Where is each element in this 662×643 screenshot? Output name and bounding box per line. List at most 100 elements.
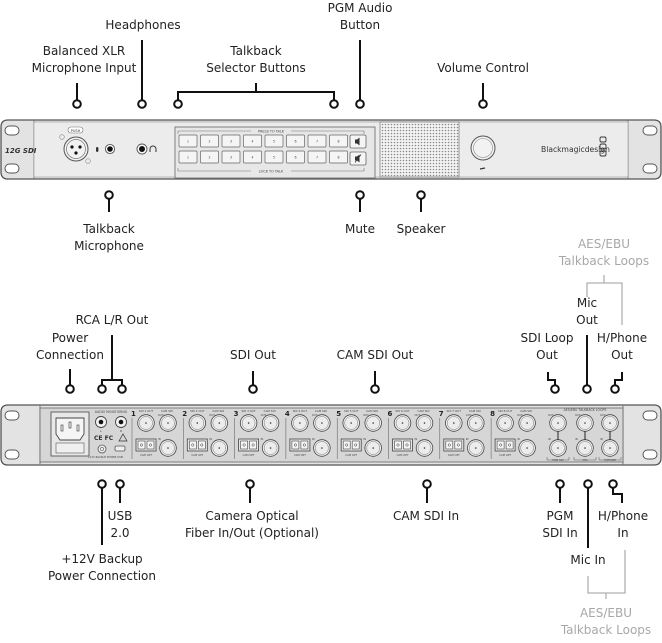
cam-sdi-label: CAM SDI [366,409,378,413]
sdi-out-label: SDI 6 OUT [395,409,410,413]
fiber-label: CAM OPT [499,453,511,457]
loop-in-bnc[interactable] [549,439,567,457]
lock-to-talk-button-1[interactable]: 1 [178,150,198,164]
sdi-out-bnc[interactable] [291,414,309,432]
optical-fiber-connector[interactable] [238,438,260,452]
cam-sdi-in-bnc[interactable] [210,439,229,457]
lock-to-talk-label: LOCK TO TALK [259,170,284,174]
button-number: 8 [337,140,339,144]
out-label: OUT [600,413,606,417]
bracket-aes-top [586,275,623,325]
pgm-audio-button[interactable] [349,134,367,149]
leader-hphone-out [614,372,623,385]
optical-fiber-connector[interactable] [443,438,465,452]
callout-dot [550,384,560,394]
optical-fiber-connector[interactable] [494,438,516,452]
lock-to-talk-button-8[interactable]: 8 [329,150,348,164]
bracket-aes-bottom [587,550,626,599]
in-label: IN [312,437,315,441]
sdi-out-bnc[interactable] [496,414,514,432]
optical-fiber-connector[interactable] [392,438,413,452]
fiber-label: CAM OPT [191,453,203,457]
cam-sdi-in-bnc[interactable] [467,439,485,457]
cam-sdi-out-bnc[interactable] [518,414,536,432]
cam-sdi-in-bnc[interactable] [518,439,536,457]
sdi-out-bnc[interactable] [188,414,207,432]
callout-dot [248,384,258,394]
button-number: 1 [187,140,189,144]
cam-sdi-out-bnc[interactable] [210,414,229,432]
callout-dot [329,99,339,109]
channel-number: 1 [131,410,136,418]
optical-fiber-connector[interactable] [340,438,362,452]
optical-fiber-connector[interactable] [135,438,157,452]
cam-sdi-label: CAM SDI [520,409,532,413]
sdi-out-bnc[interactable] [342,414,360,432]
in-label: IN [466,437,469,441]
lock-to-talk-button-5[interactable]: 5 [264,150,284,164]
sdi-out-label: SDI 1 OUT [139,409,154,413]
cam-sdi-out-bnc[interactable] [415,414,434,432]
press-to-talk-button-8[interactable]: 8 [329,134,348,148]
callout-dot [610,384,620,394]
cam-sdi-out-bnc[interactable] [159,414,177,432]
lock-to-talk-button-6[interactable]: 6 [286,150,305,164]
press-to-talk-button-5[interactable]: 5 [264,134,284,148]
loop-in-bnc[interactable] [576,439,594,457]
sdi-out-bnc[interactable] [137,414,155,432]
cam-sdi-in-bnc[interactable] [415,439,434,457]
cam-sdi-out-bnc[interactable] [467,414,485,432]
leader-hphone-in [612,488,623,503]
sdi-out-bnc[interactable] [445,414,463,432]
in-label: IN [575,437,578,441]
out-label: OUT [158,413,164,417]
talkback-loops-label: AES/EBU TALKBACK LOOPS [564,408,607,412]
lock-to-talk-button-4[interactable]: 4 [243,150,262,164]
cam-sdi-out-bnc[interactable] [261,414,280,432]
out-label: OUT [548,413,554,417]
button-number: 2 [208,156,210,160]
sdi-out-bnc[interactable] [393,414,412,432]
fiber-label: CAM OPT [448,453,460,457]
callout-dot [97,384,107,394]
loop-in-bnc[interactable] [601,439,619,457]
sdi-out-bnc[interactable] [239,414,258,432]
press-to-talk-button-4[interactable]: 4 [243,134,262,148]
press-to-talk-button-6[interactable]: 6 [286,134,305,148]
cam-sdi-in-bnc[interactable] [159,439,177,457]
callout-dot [583,479,593,489]
in-label: IN [600,437,603,441]
optical-fiber-connector[interactable] [289,438,311,452]
loop-out-bnc[interactable] [549,414,567,432]
loop-out-bnc[interactable] [576,414,594,432]
loop-out-bnc[interactable] [601,414,619,432]
optical-fiber-connector[interactable] [186,438,208,452]
press-to-talk-button-1[interactable]: 1 [178,134,198,148]
channel-number: 3 [234,410,239,418]
power-connector[interactable] [50,411,90,457]
cam-sdi-out-bnc[interactable] [313,414,331,432]
out-label: OUT [363,413,369,417]
cam-sdi-in-bnc[interactable] [364,439,382,457]
cam-sdi-out-bnc[interactable] [364,414,382,432]
channel-number: 7 [439,410,444,418]
sdi-out-label: SDI 8 OUT [498,409,513,413]
cam-sdi-label: CAM SDI [315,409,327,413]
callout-dot [65,384,75,394]
lock-to-talk-button-2[interactable]: 2 [200,150,219,164]
speaker-grille [379,121,460,178]
callout-dot [117,384,127,394]
sdi-out-label: SDI 2 OUT [190,409,205,413]
press-to-talk-button-7[interactable]: 7 [307,134,327,148]
in-label: IN [548,437,551,441]
in-label: IN [261,437,264,441]
press-to-talk-button-2[interactable]: 2 [200,134,219,148]
lock-to-talk-button-3[interactable]: 3 [221,150,241,164]
cam-sdi-in-bnc[interactable] [313,439,331,457]
cam-sdi-in-bnc[interactable] [261,439,280,457]
lock-to-talk-button-7[interactable]: 7 [307,150,327,164]
fiber-label: CAM OPT [140,453,152,457]
mute-button[interactable] [349,151,367,166]
callout-dot [97,479,107,489]
press-to-talk-button-3[interactable]: 3 [221,134,241,148]
